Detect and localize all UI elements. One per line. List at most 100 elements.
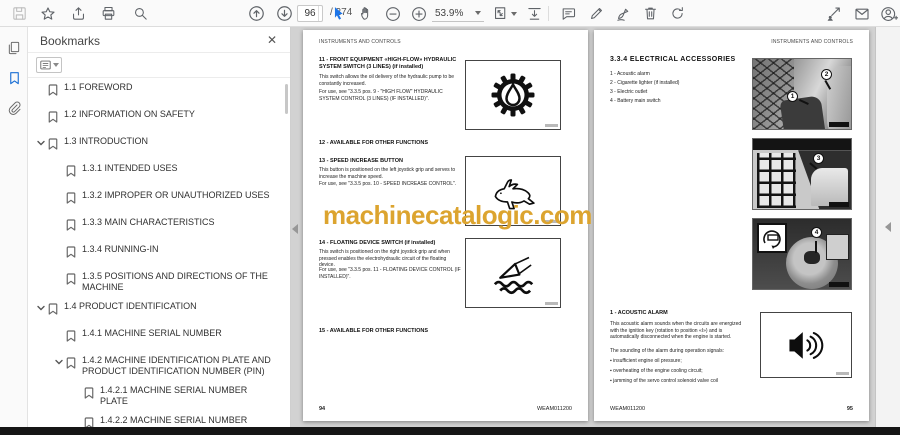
fit-width-button[interactable] bbox=[522, 2, 546, 25]
close-icon[interactable]: ✕ bbox=[264, 32, 280, 48]
next-page-button[interactable] bbox=[272, 2, 296, 25]
comment-button[interactable] bbox=[556, 2, 580, 25]
section-12-heading: 12 - AVAILABLE FOR OTHER FUNCTIONS bbox=[319, 140, 428, 146]
section-14-body: This switch is positioned on the right j… bbox=[319, 249, 450, 268]
chevron-down-icon bbox=[52, 63, 59, 67]
section-11-heading: 11 - FRONT EQUIPMENT «HIGH-FLOW» HYDRAUL… bbox=[319, 57, 457, 70]
page-thumbnails-tab[interactable] bbox=[5, 39, 23, 57]
bookmark-item[interactable]: 1.4.2 MACHINE IDENTIFICATION PLATE AND P… bbox=[28, 351, 290, 381]
bookmark-item[interactable]: 1.3.3 MAIN CHARACTERISTICS bbox=[28, 213, 290, 240]
attachments-tab[interactable] bbox=[5, 99, 23, 117]
rotate-switch-icon bbox=[763, 230, 781, 249]
star-button[interactable] bbox=[36, 2, 60, 25]
bookmark-item-label: 1.4.2.1 MACHINE SERIAL NUMBER PLATE bbox=[100, 385, 248, 406]
bookmarks-tab[interactable] bbox=[5, 69, 23, 87]
bookmarks-tree: 1.1 FOREWORD 1.2 INFORMATION ON SAFETY 1.3… bbox=[28, 78, 290, 427]
bookmark-item-label: 1.4.2 MACHINE IDENTIFICATION PLATE AND P… bbox=[82, 355, 271, 376]
hydraulic-switch-figure bbox=[465, 60, 561, 130]
bookmark-icon bbox=[66, 355, 82, 374]
bookmark-icon bbox=[66, 217, 82, 236]
list-options-icon bbox=[39, 60, 51, 70]
alarm-bullet: jamming of the servo control solenoid va… bbox=[610, 378, 750, 385]
bookmarks-options-row bbox=[28, 53, 290, 78]
speaker-icon bbox=[789, 332, 824, 359]
switch-knob bbox=[803, 251, 820, 265]
bookmark-item[interactable]: 1.3 INTRODUCTION bbox=[28, 132, 290, 159]
mail-button[interactable] bbox=[850, 2, 874, 25]
print-button[interactable] bbox=[96, 2, 120, 25]
trash-button[interactable] bbox=[638, 2, 662, 25]
hand-tool-button[interactable] bbox=[354, 2, 378, 25]
bookmark-item[interactable]: 1.3.2 IMPROPER OR UNAUTHORIZED USES bbox=[28, 186, 290, 213]
bookmark-item[interactable]: 1.2 INFORMATION ON SAFETY bbox=[28, 105, 290, 132]
bookmark-icon bbox=[48, 301, 64, 320]
running-header: INSTRUMENTS AND CONTROLS bbox=[771, 39, 853, 45]
roof-shape bbox=[753, 139, 851, 151]
photo-code-chip bbox=[829, 282, 849, 287]
window-bottom-edge bbox=[0, 427, 900, 435]
bookmark-item[interactable]: 1.1 FOREWORD bbox=[28, 78, 290, 105]
zoom-in-button[interactable] bbox=[407, 2, 431, 25]
chevron-down-icon[interactable] bbox=[34, 301, 48, 312]
callout-2: 2 bbox=[821, 69, 832, 80]
zoom-out-button[interactable] bbox=[381, 2, 405, 25]
expand-right-panel-handle[interactable] bbox=[885, 222, 891, 232]
zoom-level-value: 53.9% bbox=[435, 7, 464, 19]
bookmark-item-label: 1.3 INTRODUCTION bbox=[64, 136, 149, 146]
rotate-button[interactable] bbox=[665, 2, 689, 25]
bookmark-item-label: 1.3.2 IMPROPER OR UNAUTHORIZED USES bbox=[82, 190, 270, 200]
section-15-heading: 15 - AVAILABLE FOR OTHER FUNCTIONS bbox=[319, 328, 428, 334]
right-panel-rail bbox=[875, 27, 900, 427]
bookmark-item[interactable]: 1.4.2.2 MACHINE SERIAL NUMBER PLATE (acc… bbox=[28, 411, 290, 427]
alarm-heading: 1 - ACOUSTIC ALARM bbox=[610, 310, 668, 316]
accessory-item: 3 - Electric outlet bbox=[610, 89, 648, 95]
bookmarks-options-button[interactable] bbox=[36, 57, 62, 73]
callout-4: 4 bbox=[811, 227, 822, 238]
accessory-item: 1 - Acoustic alarm bbox=[610, 71, 650, 77]
bookmark-item[interactable]: 1.4 PRODUCT IDENTIFICATION bbox=[28, 297, 290, 324]
save-button[interactable] bbox=[7, 2, 31, 25]
signature-button[interactable] bbox=[611, 2, 635, 25]
document-page-94: INSTRUMENTS AND CONTROLS 11 - FRONT EQUI… bbox=[303, 30, 592, 421]
panel-scrollbar-thumb[interactable] bbox=[285, 84, 288, 114]
zoom-level-select[interactable]: 53.9% bbox=[432, 5, 484, 22]
photo-code-chip bbox=[829, 122, 849, 127]
select-cursor-button[interactable] bbox=[326, 2, 350, 25]
chevron-down-icon[interactable] bbox=[52, 355, 66, 366]
bookmark-item-label: 1.3.1 INTENDED USES bbox=[82, 163, 178, 173]
document-area: INSTRUMENTS AND CONTROLS 11 - FRONT EQUI… bbox=[291, 27, 875, 427]
bookmark-item-label: 1.1 FOREWORD bbox=[64, 82, 133, 92]
bookmark-item[interactable]: 1.4.1 MACHINE SERIAL NUMBER bbox=[28, 324, 290, 351]
windshield-shape bbox=[810, 167, 849, 207]
bookmark-icon bbox=[66, 244, 82, 263]
bookmark-item-label: 1.4.1 MACHINE SERIAL NUMBER bbox=[82, 328, 222, 338]
window-grid bbox=[756, 153, 797, 208]
bookmark-item[interactable]: 1.3.1 INTENDED USES bbox=[28, 159, 290, 186]
highlight-pen-button[interactable] bbox=[584, 2, 608, 25]
share-upload-button[interactable] bbox=[66, 2, 90, 25]
chevron-down-icon bbox=[475, 11, 481, 15]
previous-page-button[interactable] bbox=[244, 2, 268, 25]
navigation-rail bbox=[0, 27, 28, 427]
page-number-input[interactable] bbox=[297, 5, 323, 22]
bookmark-icon bbox=[66, 271, 82, 290]
share-link-button[interactable] bbox=[822, 2, 846, 25]
document-code: WEAM011200 bbox=[610, 406, 646, 412]
fit-page-button[interactable] bbox=[489, 2, 519, 25]
pdf-viewer-window: / 274 53.9% Bookmarks bbox=[0, 0, 900, 435]
figure-code-chip bbox=[836, 372, 849, 375]
chevron-down-icon[interactable] bbox=[34, 136, 48, 147]
bookmark-item[interactable]: 1.3.5 POSITIONS AND DIRECTIONS OF THE MA… bbox=[28, 267, 290, 297]
bookmark-item[interactable]: 1.3.4 RUNNING-IN bbox=[28, 240, 290, 267]
bookmark-icon bbox=[84, 415, 100, 427]
toolbar: / 274 53.9% bbox=[0, 0, 900, 27]
account-button[interactable] bbox=[877, 2, 900, 25]
search-button[interactable] bbox=[128, 2, 152, 25]
collapse-panel-handle[interactable] bbox=[292, 224, 298, 234]
bookmark-item[interactable]: 1.4.2.1 MACHINE SERIAL NUMBER PLATE bbox=[28, 381, 290, 411]
callout-3: 3 bbox=[813, 153, 824, 164]
bookmark-icon bbox=[66, 163, 82, 182]
